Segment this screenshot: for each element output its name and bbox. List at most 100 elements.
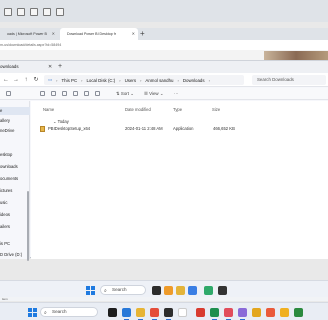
refresh-icon[interactable]: ↻ [32,76,40,84]
browser-icon[interactable] [204,286,213,295]
powerbi-icon[interactable] [252,308,261,317]
notes-icon[interactable] [280,308,289,317]
app-icon-orange[interactable] [266,308,275,317]
column-header-date[interactable]: Date modified [125,107,151,112]
sidebar-item-pictures[interactable]: ictures [0,187,30,195]
explorer-titlebar: ownloads ✕ + [0,61,328,73]
browser-tab-1[interactable]: oads | Microsoft Power B ✕ [0,28,58,40]
delete-icon[interactable] [95,91,100,96]
tab-label: oads | Microsoft Power B [7,32,47,36]
teams-icon[interactable] [238,308,247,320]
rename-icon[interactable] [73,91,78,96]
store-icon[interactable] [178,308,187,317]
file-date: 2024-01-11 2:48 AM [125,126,163,131]
store-icon[interactable] [218,286,227,295]
breadcrumb-item[interactable]: This PC [62,78,78,83]
file-explorer-icon[interactable] [136,308,145,320]
new-tab-button[interactable]: + [140,28,145,40]
chrome-icon[interactable] [150,308,159,320]
copy-icon[interactable] [51,91,56,96]
tab-list-icon[interactable] [56,8,64,16]
tab-actions-icon[interactable] [43,8,51,16]
search-placeholder: Search Downloads [257,77,294,82]
search-icon: ⌕ [44,310,47,316]
sidebar-item-home[interactable]: e [0,107,30,115]
folder-icon: ▭ [48,77,53,82]
taskbar-search[interactable]: ⌕ Search [100,285,146,295]
search-input[interactable]: Search Downloads [252,75,326,85]
share-icon[interactable] [84,91,89,96]
group-header-today[interactable]: ⌄ Today [53,119,69,124]
excel-icon[interactable] [210,308,219,320]
breadcrumb-item[interactable]: Local Disk (C:) [86,78,115,83]
sidebar-item-d-drive[interactable]: D Drive (D:) [0,251,30,259]
browser-tab-2[interactable]: Download Power BI Desktop fr ✕ [60,28,138,40]
back-arrow-icon[interactable]: ← [2,76,10,84]
taskbar-search-label: Search [112,287,127,292]
sort-label: Sort [120,91,129,96]
sidebar-item-documents[interactable]: ocuments [0,175,30,183]
sidebar-item-desktop[interactable]: esktop [0,151,30,159]
column-header-name[interactable]: Name [43,107,54,112]
forward-arrow-icon[interactable]: → [12,76,20,84]
sidebar-item-this-pc[interactable]: is PC [0,240,30,248]
status-bar: item [0,297,328,301]
table-row[interactable]: PBIDesktopSetup_x64 2024-01-11 2:48 AM A… [37,125,257,133]
sort-button[interactable]: ⇅ Sort ⌄ [116,90,134,98]
new-icon[interactable] [6,91,11,96]
taskbar-search[interactable]: ⌕ Search [40,307,98,317]
task-view-icon[interactable] [108,308,117,317]
taskbar-search-label: Search [52,309,67,314]
installer-icon [40,126,45,132]
sidebar-item-gallery[interactable]: allery [0,117,30,125]
chat-icon[interactable] [122,308,131,320]
navigation-pane: e allery neDrive esktop ownloads ocument… [0,101,30,261]
collections-icon[interactable] [30,8,38,16]
app-icon-green[interactable] [294,308,303,317]
sidebar-item-music[interactable]: usic [0,199,30,207]
file-explorer-icon[interactable] [164,286,173,295]
new-tab-button[interactable]: + [58,61,62,73]
close-icon[interactable]: ✕ [132,28,135,40]
explorer-navbar: ← → ↑ ↻ ▭ › This PC › Local Disk (C:) › … [0,73,328,87]
breadcrumb-item[interactable]: Users [125,78,136,83]
cut-icon[interactable] [40,91,45,96]
start-button[interactable] [86,286,95,295]
sidebar-item-videos[interactable]: ideos [0,211,30,219]
more-button[interactable]: ··· [174,90,178,98]
view-button[interactable]: ☰ View ⌄ [144,90,164,98]
paste-icon[interactable] [62,91,67,96]
breadcrumb[interactable]: ▭ › This PC › Local Disk (C:) › Users › … [44,75,244,85]
search-icon: ⌕ [104,288,107,294]
browser-tabstrip: oads | Microsoft Power B ✕ Download Powe… [0,28,328,40]
task-view-icon[interactable] [152,286,161,295]
powerpoint-icon[interactable] [224,308,233,320]
group-label: Today [57,119,69,124]
tab-label: Download Power BI Desktop fr [67,32,116,36]
sidebar-scrollbar[interactable] [27,191,29,261]
file-explorer-window: ownloads ✕ + ← → ↑ ↻ ▭ › This PC › Local… [0,60,328,261]
up-arrow-icon[interactable]: ↑ [22,76,30,84]
close-icon[interactable]: ✕ [48,61,52,73]
sidebar-item-downloads[interactable]: ownloads [0,163,30,171]
start-button[interactable] [28,308,37,317]
app-icon-red[interactable] [196,308,205,317]
sidebar-item-onedrive[interactable]: neDrive [0,127,30,135]
workspaces-icon[interactable] [17,8,25,16]
view-label: View [149,91,159,96]
close-icon[interactable]: ✕ [52,28,55,40]
column-header-type[interactable]: Type [173,107,182,112]
profile-icon[interactable] [4,8,12,16]
explorer-tab-title[interactable]: ownloads [0,61,19,73]
address-text: m-us/download/details.aspx?id=58494 [0,43,62,47]
breadcrumb-item[interactable]: Downloads [183,78,205,83]
sidebar-item-trailers[interactable]: ailers [0,223,30,231]
file-list: Name Date modified Type Size ⌄ Today PBI… [31,101,328,259]
edge-icon[interactable] [188,286,197,295]
terminal-icon[interactable] [164,308,173,320]
column-header-size[interactable]: Size [212,107,220,112]
breadcrumb-item[interactable]: Anmol sandhu [145,78,173,83]
explorer-toolbar: ⇅ Sort ⌄ ☰ View ⌄ ··· [0,88,328,100]
address-bar[interactable]: m-us/download/details.aspx?id=58494 [0,40,328,50]
folder-icon[interactable] [176,286,185,295]
